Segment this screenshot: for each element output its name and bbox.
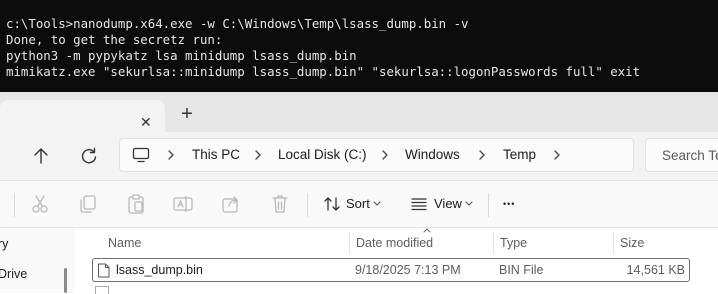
file-icon	[98, 263, 110, 278]
delete-icon[interactable]	[269, 193, 291, 215]
monitor-icon	[132, 147, 150, 163]
file-row-selected[interactable]: lsass_dump.bin 9/18/2025 7:13 PM BIN Fil…	[92, 258, 690, 282]
column-header-name[interactable]: Name	[108, 232, 141, 254]
divider	[307, 193, 308, 217]
chevron-right-icon[interactable]	[379, 149, 391, 161]
tab-strip: ✕ +	[0, 92, 718, 132]
file-list: Name Date modified Type Size lsass_dump.…	[75, 228, 718, 294]
chevron-down-icon	[373, 201, 381, 206]
file-type: BIN File	[499, 263, 544, 277]
console-line-pypykatz: python3 -m pypykatz lsa minidump lsass_d…	[6, 48, 357, 63]
file-explorer-window: ✕ + This PC Local Disk (C:) Windows Temp	[0, 92, 718, 294]
column-header-date-modified[interactable]: Date modified	[356, 232, 433, 254]
nav-item-gallery[interactable]: ry	[0, 237, 8, 251]
view-label: View	[434, 196, 462, 211]
breadcrumb-local-disk[interactable]: Local Disk (C:)	[278, 139, 367, 171]
sort-icon	[324, 197, 340, 211]
divider	[488, 193, 489, 217]
search-input[interactable]	[646, 139, 718, 171]
view-button[interactable]: View	[409, 189, 477, 219]
chevron-right-icon[interactable]	[165, 149, 177, 161]
chevron-right-icon[interactable]	[551, 149, 563, 161]
more-options-button[interactable]: •••	[503, 189, 529, 219]
command-bar: Sort View •••	[0, 180, 718, 228]
file-name: lsass_dump.bin	[116, 263, 203, 277]
nav-scrollbar[interactable]	[64, 268, 67, 293]
chevron-down-icon	[465, 201, 473, 206]
sort-label: Sort	[346, 196, 370, 211]
file-size: 14,561 KB	[626, 263, 685, 277]
console-window[interactable]: c:\Tools>nanodump.x64.exe -w C:\Windows\…	[0, 0, 718, 92]
view-icon	[411, 198, 427, 211]
address-bar[interactable]: This PC Local Disk (C:) Windows Temp	[119, 138, 634, 172]
chevron-right-icon[interactable]	[252, 149, 264, 161]
refresh-icon[interactable]	[75, 142, 103, 170]
navigation-bar: This PC Local Disk (C:) Windows Temp	[0, 132, 718, 180]
chevron-right-icon[interactable]	[476, 149, 488, 161]
console-line-command: c:\Tools>nanodump.x64.exe -w C:\Windows\…	[6, 16, 469, 31]
column-separator[interactable]	[349, 232, 350, 254]
column-header-size[interactable]: Size	[620, 232, 644, 254]
rename-icon[interactable]	[172, 193, 194, 215]
tab-close-icon[interactable]: ✕	[140, 114, 152, 131]
breadcrumb-windows[interactable]: Windows	[405, 139, 460, 171]
share-icon[interactable]	[220, 193, 242, 215]
sort-button[interactable]: Sort	[321, 189, 387, 219]
up-arrow-icon[interactable]	[27, 142, 55, 170]
paste-icon[interactable]	[125, 193, 147, 215]
copy-icon[interactable]	[77, 193, 99, 215]
column-separator[interactable]	[613, 232, 614, 254]
breadcrumb-temp[interactable]: Temp	[503, 139, 536, 171]
column-header-type[interactable]: Type	[500, 232, 527, 254]
sort-indicator-icon	[423, 228, 431, 233]
tab-temp[interactable]: ✕	[0, 100, 165, 132]
nav-item-onedrive[interactable]: Drive	[0, 267, 27, 281]
cut-icon[interactable]	[29, 193, 51, 215]
column-separator[interactable]	[493, 232, 494, 254]
breadcrumb-this-pc[interactable]: This PC	[192, 139, 240, 171]
new-tab-button[interactable]: +	[176, 104, 198, 126]
divider	[14, 193, 15, 217]
console-line-mimikatz: mimikatz.exe "sekurlsa::minidump lsass_d…	[6, 64, 641, 79]
console-line-done: Done, to get the secretz run:	[6, 32, 223, 47]
search-box[interactable]	[645, 138, 718, 172]
navigation-pane: ry Drive	[0, 228, 75, 293]
file-date-modified: 9/18/2025 7:13 PM	[355, 263, 461, 277]
